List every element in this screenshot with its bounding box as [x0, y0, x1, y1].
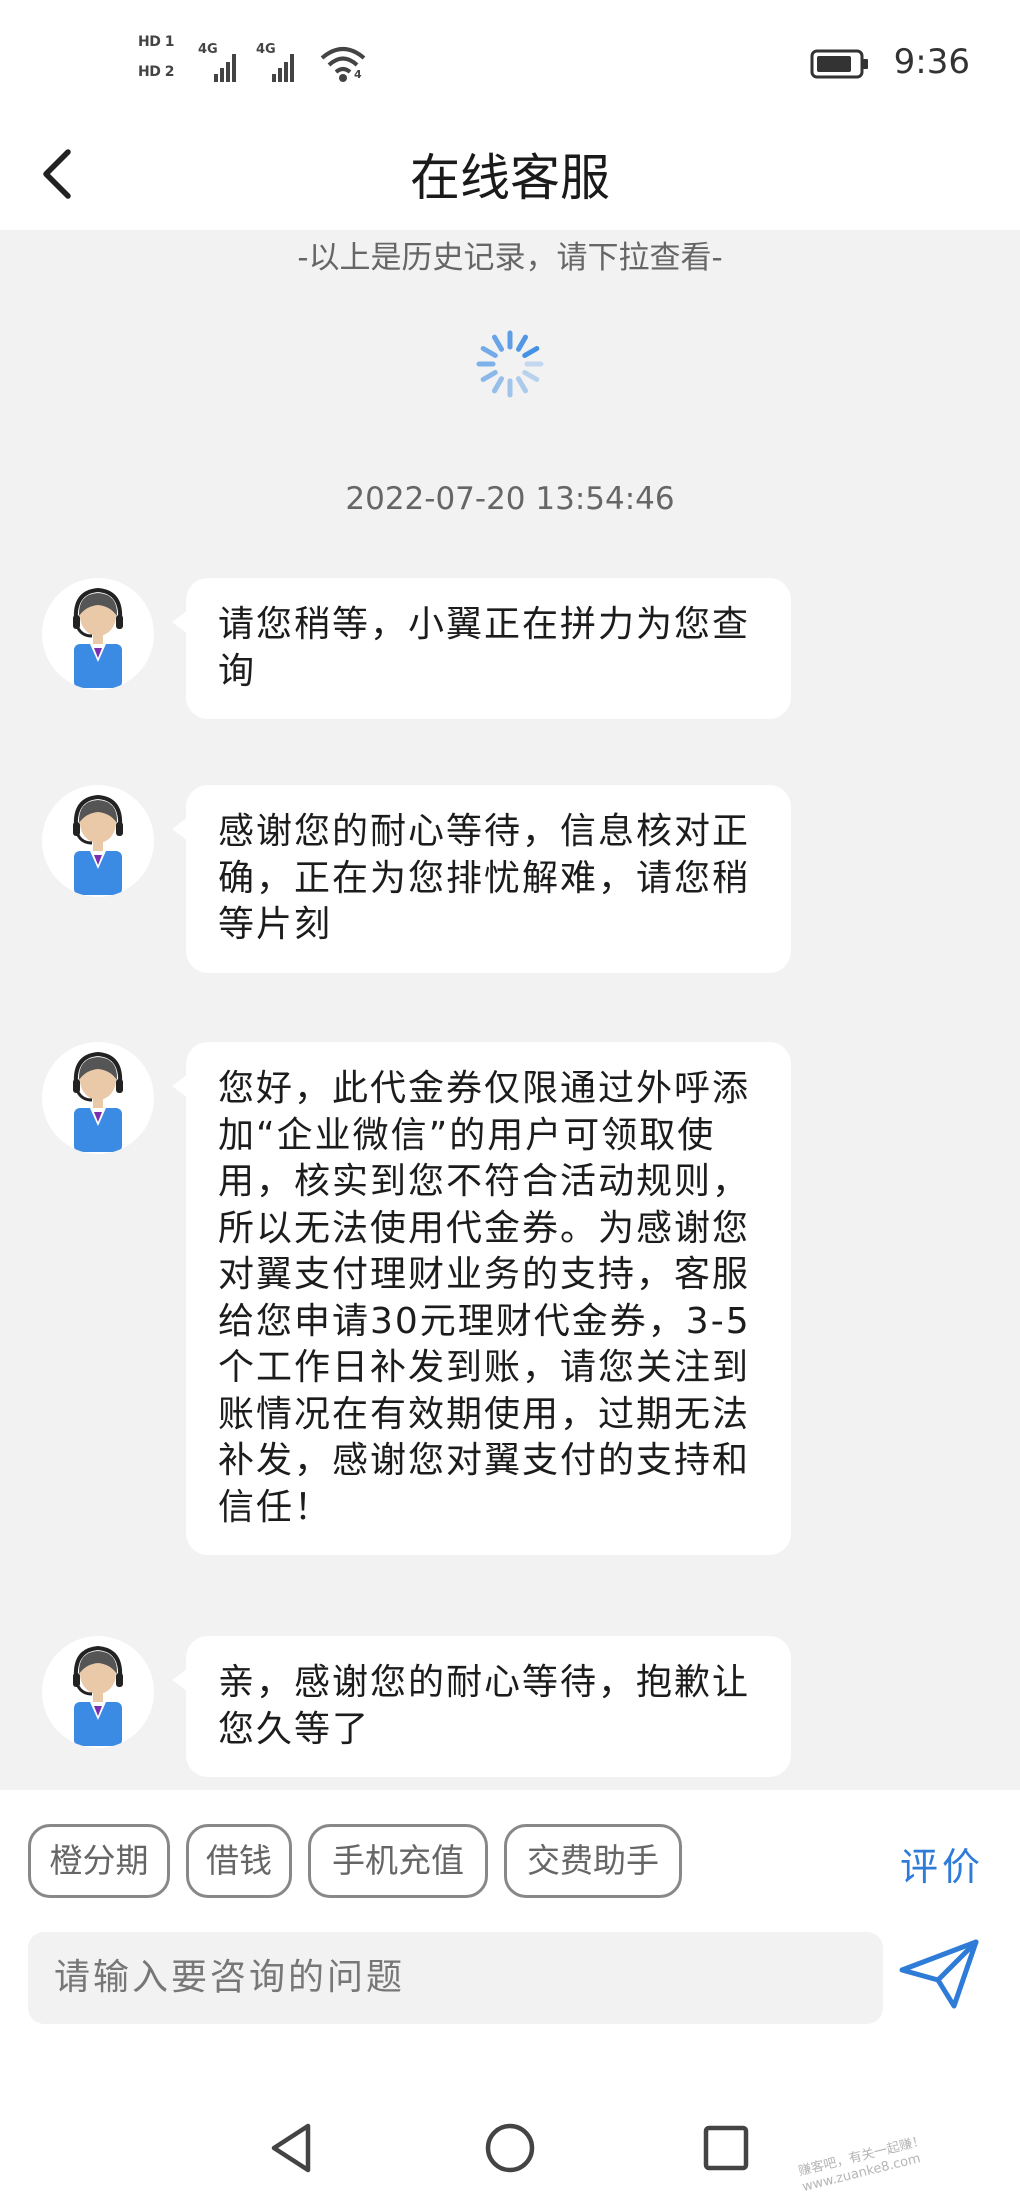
signal-icon-2: 4G: [256, 42, 300, 88]
headset-agent-icon: [73, 1645, 123, 1746]
quick-action-chip[interactable]: 交费助手: [504, 1824, 682, 1898]
nav-home-button[interactable]: [480, 2118, 540, 2178]
spinner-segment: [492, 334, 504, 352]
page-title: 在线客服: [410, 149, 610, 207]
agent-avatar: [42, 578, 154, 690]
wifi-icon: 4: [318, 42, 368, 88]
quick-action-chip[interactable]: 借钱: [186, 1824, 292, 1898]
spinner-segment: [480, 346, 498, 358]
signal-icon: 4G: [198, 42, 242, 88]
sim2-hd-badge: HD 2: [138, 64, 174, 80]
quick-action-chip[interactable]: 橙分期: [28, 1824, 170, 1898]
status-bar: HD 1 HD 2 4G 4G 4 9:36: [0, 0, 1020, 120]
square-recents-icon: [703, 2125, 749, 2171]
battery-icon: [810, 48, 870, 80]
circle-home-icon: [485, 2123, 535, 2173]
agent-avatar: [42, 1042, 154, 1154]
message-timestamp: 2022-07-20 13:54:46: [345, 481, 675, 517]
send-button[interactable]: [896, 1936, 982, 2012]
headset-agent-icon: [73, 794, 123, 895]
message-bubble: 感谢您的耐心等待，信息核对正确，正在为您排忧解难，请您稍等片刻: [172, 785, 791, 973]
agent-avatar: [42, 1636, 154, 1748]
message-input[interactable]: 请输入要咨询的问题: [28, 1932, 883, 2024]
spinner-segment: [480, 370, 498, 382]
quick-action-chip[interactable]: 手机充值: [308, 1824, 488, 1898]
clock: 9:36: [893, 42, 970, 82]
app-header: 在线客服: [0, 120, 1020, 230]
spinner-segment: [522, 370, 540, 382]
spinner-segment: [516, 334, 528, 352]
nav-recents-button[interactable]: [696, 2118, 756, 2178]
nav-back-button[interactable]: [262, 2118, 322, 2178]
send-icon: [899, 1939, 979, 2009]
headset-agent-icon: [73, 1051, 123, 1152]
input-panel: 橙分期 借钱 手机充值 交费助手 评价 请输入要咨询的问题: [0, 1790, 1020, 2090]
message-bubble: 亲，感谢您的耐心等待，抱歉让您久等了: [172, 1636, 791, 1777]
spinner-segment: [516, 376, 528, 394]
triangle-back-icon: [271, 2123, 311, 2173]
loading-spinner-icon: [476, 330, 544, 398]
message-bubble: 您好，此代金券仅限通过外呼添加“企业微信”的用户可领取使用，核实到您不符合活动规…: [172, 1042, 791, 1555]
headset-agent-icon: [73, 587, 123, 688]
spinner-segment: [522, 346, 540, 358]
agent-avatar: [42, 785, 154, 897]
message-bubble: 请您稍等，小翼正在拼力为您查询: [172, 578, 791, 719]
wifi-badge: 4: [354, 68, 362, 81]
history-hint: -以上是历史记录，请下拉查看-: [297, 240, 723, 276]
status-right: 9:36: [810, 36, 970, 92]
sim1-hd-badge: HD 1: [138, 34, 174, 50]
spinner-segment: [492, 376, 504, 394]
rate-button[interactable]: 评价: [900, 1836, 984, 1891]
